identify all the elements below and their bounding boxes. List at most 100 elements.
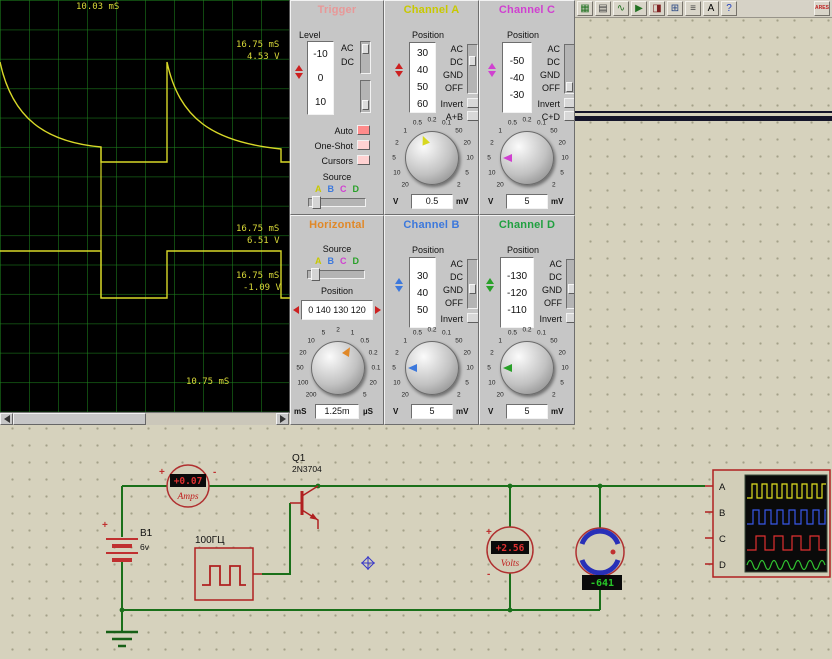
ammeter[interactable]: +0.07 Amps + -	[159, 465, 216, 507]
help-icon[interactable]: ?	[721, 1, 737, 16]
simulate-icon[interactable]: ▶	[631, 1, 647, 16]
channel-d-invert-button[interactable]	[566, 313, 575, 323]
timebase-knob[interactable]	[311, 341, 365, 395]
ground-symbol[interactable]	[106, 632, 138, 646]
channel-d-coupling-switch[interactable]	[566, 259, 575, 309]
source-d[interactable]: D	[353, 256, 360, 266]
coupling-dc-label: DC	[534, 57, 560, 67]
horizontal-knob-area: mS 1.25m µS 2001005020105210.50.20.1205	[291, 326, 384, 425]
position-up-arrow[interactable]	[395, 278, 403, 284]
position-up-arrow[interactable]	[395, 63, 403, 69]
channel-d-position-arrows[interactable]	[486, 278, 494, 292]
channel-c-gain-knob[interactable]	[500, 131, 554, 185]
position-down-arrow[interactable]	[395, 286, 403, 292]
channel-a-invert-button[interactable]	[467, 98, 479, 108]
measurement-label: 16.75 mS	[236, 224, 279, 234]
ares-icon[interactable]: ARES	[814, 1, 830, 16]
knob-scale-label: 20	[369, 379, 376, 386]
channel-b-coupling-switch[interactable]	[467, 259, 478, 309]
sheet-glyph: ▤	[598, 4, 607, 14]
position-up-arrow[interactable]	[486, 278, 494, 284]
source-a[interactable]: A	[315, 184, 322, 194]
trigger-level-arrows[interactable]	[295, 65, 303, 79]
component-grid-icon[interactable]: ⊞	[667, 1, 683, 16]
channel-c-coupling-switch[interactable]	[564, 44, 575, 94]
oscilloscope-window: 10.03 mS16.75 mS4.53 V16.75 mS6.51 V16.7…	[0, 0, 575, 425]
milliseconds-unit-label: mS	[294, 407, 306, 416]
transistor-q1[interactable]: Q1 2N3704	[290, 453, 322, 529]
trigger-source-letters[interactable]: ABCD	[291, 184, 383, 194]
trigger-source-slider[interactable]	[308, 198, 366, 207]
one-shot-label: One-Shot	[305, 141, 353, 151]
knob-scale-label: 20	[402, 181, 409, 188]
text-icon[interactable]: A	[703, 1, 719, 16]
source-a[interactable]: A	[315, 256, 322, 266]
channel-b-position-arrows[interactable]	[395, 278, 403, 292]
knob-scale-label: 10	[308, 338, 315, 345]
horizontal-source-letters[interactable]: ABCD	[291, 256, 383, 266]
trigger-slope-switch[interactable]	[360, 80, 371, 113]
waveform-icon[interactable]: ∿	[613, 1, 629, 16]
template-icon[interactable]: ▦	[577, 1, 593, 16]
pulse-source[interactable]: 100ГЦ	[195, 535, 262, 600]
schematic-canvas[interactable]: + B1 6v +0.07 Amps + - Q1 2N3704 100ГЦ	[0, 425, 832, 659]
motor[interactable]: -641	[576, 528, 624, 590]
motor-reading: -641	[590, 578, 614, 589]
level-down-arrow[interactable]	[295, 73, 303, 79]
knob-scale-label: 5	[392, 365, 396, 372]
channel-c-title: Channel C	[480, 1, 574, 16]
knob-scale-label: 20	[463, 140, 470, 147]
channel-a-coupling-switch[interactable]	[467, 44, 478, 94]
source-b[interactable]: B	[328, 256, 335, 266]
voltmeter[interactable]: +2.56 Volts + -	[486, 527, 533, 580]
channel-a-position-arrows[interactable]	[395, 63, 403, 77]
display-scrollbar[interactable]	[0, 412, 290, 425]
position-down-arrow[interactable]	[488, 71, 496, 77]
knob-pointer	[408, 364, 417, 372]
trigger-coupling-switch[interactable]	[360, 41, 371, 74]
knob-pointer	[503, 154, 512, 162]
list-icon[interactable]: ≡	[685, 1, 701, 16]
scroll-left-button[interactable]	[0, 413, 13, 425]
oscilloscope-block[interactable]: A B C D	[705, 470, 830, 577]
source-b[interactable]: B	[328, 184, 335, 194]
knob-scale-label: 50	[550, 338, 557, 345]
knob-scale-label: 0.2	[522, 117, 531, 124]
channel-c-position-arrows[interactable]	[488, 63, 496, 77]
horizontal-position-display[interactable]: 0 140 130 120	[301, 300, 373, 320]
scroll-right-button[interactable]	[276, 413, 289, 425]
position-left-arrow[interactable]	[293, 306, 299, 314]
ammeter-minus: -	[213, 467, 216, 478]
position-down-arrow[interactable]	[395, 71, 403, 77]
source-c[interactable]: C	[340, 256, 347, 266]
level-up-arrow[interactable]	[295, 65, 303, 71]
knob-scale-label: 1	[351, 329, 355, 336]
channel-a-gain-knob[interactable]	[405, 131, 459, 185]
probe-icon[interactable]: ◨	[649, 1, 665, 16]
timebase-value: 1.25m	[315, 404, 359, 419]
source-c[interactable]: C	[340, 184, 347, 194]
scrollbar-thumb[interactable]	[13, 413, 146, 425]
auto-button[interactable]	[357, 125, 370, 135]
position-up-arrow[interactable]	[488, 63, 496, 69]
source-d[interactable]: D	[353, 184, 360, 194]
channel-a-knob-area: V 0.5 mV 20105210.50.20.150201052	[385, 116, 479, 215]
battery[interactable]: + B1 6v	[102, 520, 153, 560]
horizontal-source-slider[interactable]	[307, 270, 365, 279]
channel-b-invert-button[interactable]	[467, 313, 479, 323]
position-right-arrow[interactable]	[375, 306, 381, 314]
one-shot-button[interactable]	[357, 140, 370, 150]
battery-value: 6v	[140, 542, 150, 552]
channel-b-gain-knob[interactable]	[405, 341, 459, 395]
channel-c-invert-button[interactable]	[564, 98, 575, 108]
trigger-level-display[interactable]: -10 0 10	[307, 41, 334, 115]
horizontal-title: Horizontal	[291, 216, 383, 231]
channel-d-gain-knob[interactable]	[500, 341, 554, 395]
sheet-icon[interactable]: ▤	[595, 1, 611, 16]
channel-c-panel: Channel C Position -50 -40 -30 AC DC GND…	[479, 0, 575, 215]
cursors-button[interactable]	[357, 155, 370, 165]
volts-unit-label: V	[393, 407, 398, 416]
channel-c-knob-area: V 5 mV 20105210.50.20.150201052	[480, 116, 575, 215]
coupling-ac-label: AC	[437, 259, 463, 269]
position-down-arrow[interactable]	[486, 286, 494, 292]
